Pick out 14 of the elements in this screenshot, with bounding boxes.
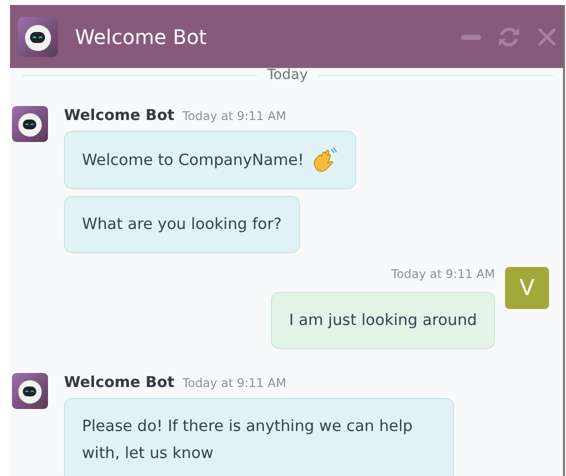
window-title: Welcome Bot	[75, 24, 207, 48]
robot-avatar-icon	[18, 16, 58, 56]
author-name: Welcome Bot	[64, 373, 174, 391]
message-time: Today at 9:11 AM	[391, 267, 495, 281]
message-bubble: What are you looking for?	[64, 196, 300, 253]
user-avatar: V	[505, 267, 549, 309]
message-time: Today at 9:11 AM	[182, 376, 286, 390]
message-bubble: Please do! If there is anything we can help with, let us know	[64, 398, 454, 476]
message-bubble: Welcome to CompanyName!	[64, 131, 356, 189]
date-divider: Today	[267, 68, 308, 82]
refresh-icon[interactable]	[497, 24, 521, 48]
message-bubble: I am just looking around	[271, 292, 495, 349]
message-time: Today at 9:11 AM	[182, 109, 286, 123]
author-name: Welcome Bot	[64, 106, 174, 124]
